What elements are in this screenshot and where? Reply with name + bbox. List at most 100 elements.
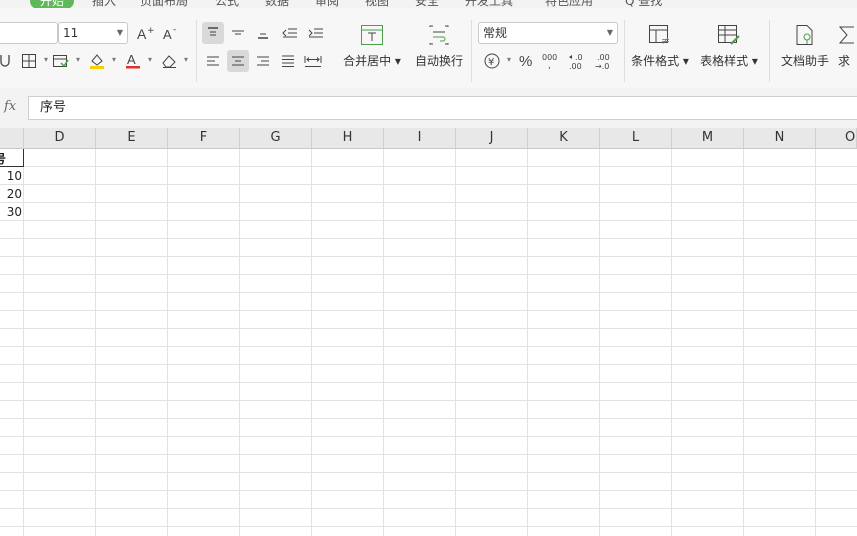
gridline [671,149,672,536]
underline-icon[interactable] [0,50,16,72]
align-right-icon[interactable] [252,50,274,72]
svg-text:.00: .00 [597,53,610,62]
gridline [0,400,857,401]
align-left-icon[interactable] [202,50,224,72]
svg-text:≠: ≠ [661,34,670,46]
conditional-format-button[interactable]: ≠ 条件格式 ▾ [628,24,692,69]
align-bottom-icon[interactable] [252,22,274,44]
gridline [455,149,456,536]
tab-security[interactable]: 安全 [415,0,439,8]
tab-view[interactable]: 视图 [365,0,389,8]
fill-color-icon[interactable] [86,50,116,72]
gridline [743,149,744,536]
increase-indent-icon[interactable] [305,22,327,44]
gridline [95,149,96,536]
table-style-button[interactable]: 表格样式 ▾ [697,24,761,69]
gridline [0,310,857,311]
cell-style-icon[interactable] [50,50,80,72]
decrease-font-icon[interactable]: A- [160,22,182,44]
column-header-n[interactable]: N [744,128,816,149]
gridline [815,149,816,536]
tab-formulas[interactable]: 公式 [215,0,239,8]
font-color-icon[interactable]: A [122,50,152,72]
column-header-l[interactable]: L [600,128,672,149]
distributed-align-icon[interactable] [302,50,324,72]
gridline [0,346,857,347]
border-icon[interactable] [18,50,48,72]
gridline [239,149,240,536]
column-header-i[interactable]: I [384,128,456,149]
decrease-indent-icon[interactable] [279,22,301,44]
font-name-combo[interactable] [0,22,58,44]
number-format-value: 常规 [483,26,508,40]
cell-value[interactable]: 30 [0,205,22,219]
separator [471,20,472,82]
tab-home[interactable]: 开始 [30,0,75,8]
increase-decimal-icon[interactable]: .0.00 [566,50,588,72]
cell-value[interactable]: 20 [0,187,22,201]
font-size-value: 11 [63,26,79,40]
clear-format-icon[interactable] [158,50,188,72]
column-header-k[interactable]: K [528,128,600,149]
gridline [599,149,600,536]
tab-insert[interactable]: 插入 [92,0,116,8]
column-header-h[interactable]: H [312,128,384,149]
column-header-partial[interactable] [0,128,24,149]
gridline [0,202,857,203]
tab-developer[interactable]: 开发工具 [465,0,513,8]
doc-assistant-icon [796,25,813,45]
wrap-text-button[interactable]: 自动换行 [410,24,468,69]
svg-text:-: - [173,25,176,35]
number-format-combo[interactable]: 常规 ▼ [478,22,618,44]
cell-border [23,149,24,167]
separator [769,20,770,82]
gridline [0,508,857,509]
gridline [0,436,857,437]
column-header-j[interactable]: J [456,128,528,149]
tab-special-apps[interactable]: 特色应用 [545,0,593,8]
gridline [527,149,528,536]
align-center-icon[interactable] [227,50,249,72]
svg-text:A: A [127,52,136,67]
gridline [0,292,857,293]
ribbon-toolbar: 11 ▼ A+ A- A [0,8,857,89]
merge-center-button[interactable]: 合并居中 ▾ [340,24,404,69]
function-icon[interactable]: fx [4,99,16,114]
conditional-format-label: 条件格式 [631,54,680,68]
chevron-down-icon: ▼ [116,28,123,37]
column-header-f[interactable]: F [168,128,240,149]
tab-page-layout[interactable]: 页面布局 [140,0,188,8]
conditional-format-icon: ≠ [649,25,670,47]
column-header-d[interactable]: D [24,128,96,149]
gridline [23,149,24,536]
separator [624,20,625,82]
header-cell-partial[interactable]: 号 [0,150,16,167]
svg-text:A: A [137,26,147,41]
justify-icon[interactable] [277,50,299,72]
doc-assistant-button[interactable]: 文档助手 [776,24,834,69]
spreadsheet-grid[interactable]: 号 10 20 30 [0,149,857,536]
column-header-g[interactable]: G [240,128,312,149]
column-header-o[interactable]: O [816,128,857,149]
thousands-separator-icon[interactable]: 000, [540,50,562,72]
align-middle-icon[interactable] [227,22,249,44]
formula-input[interactable]: 序号 [28,96,857,120]
font-size-combo[interactable]: 11 ▼ [58,22,128,44]
currency-icon[interactable]: ¥ [481,50,511,72]
column-header-m[interactable]: M [672,128,744,149]
tab-data[interactable]: 数据 [265,0,289,8]
decrease-decimal-icon[interactable]: .00 →.0 [592,50,614,72]
gridline [0,220,857,221]
increase-font-icon[interactable]: A + [134,22,156,44]
sum-label: 求 [838,54,851,68]
percent-icon[interactable]: % [515,50,537,72]
align-top-icon[interactable] [202,22,224,44]
gridline [0,238,857,239]
column-header-e[interactable]: E [96,128,168,149]
cell-value[interactable]: 10 [0,169,22,183]
sum-button[interactable]: 求 [838,24,857,69]
tab-search[interactable]: Q 查找 [625,0,662,8]
gridline [0,454,857,455]
merge-center-icon [361,25,383,45]
tab-review[interactable]: 审阅 [315,0,339,8]
